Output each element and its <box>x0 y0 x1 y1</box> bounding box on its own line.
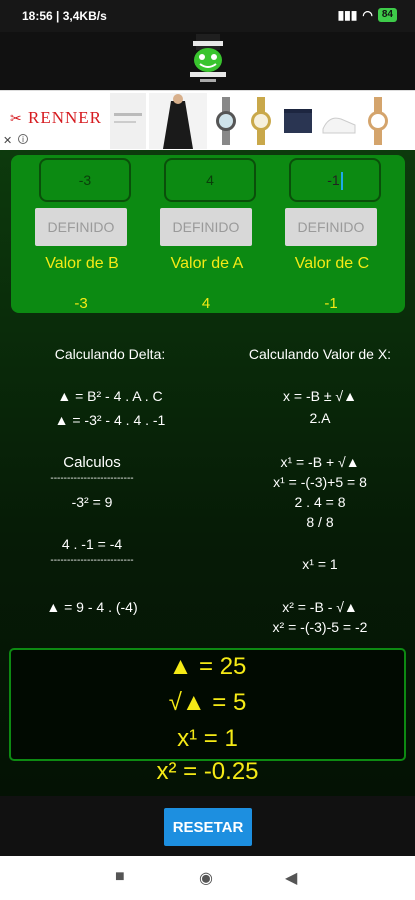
ad-products[interactable] <box>110 91 415 151</box>
signal-icon: ▮▮▮ <box>337 8 358 22</box>
product-sneaker-image <box>322 117 356 134</box>
x-formula-denominator: 2.A <box>309 410 331 426</box>
x1-result: x¹ = 1 <box>302 556 338 572</box>
back-icon[interactable]: ◀ <box>285 868 297 888</box>
x2-substitution: x² = -(-3)-5 = -2 <box>272 619 368 635</box>
a-input[interactable]: 4 <box>164 158 256 202</box>
b-input[interactable]: -3 <box>39 158 131 202</box>
calc-step-1: -3² = 9 <box>71 494 113 510</box>
delta-substitution: ▲ = -3² - 4 . 4 . -1 <box>54 412 166 428</box>
result-delta: ▲ = 25 <box>168 653 247 680</box>
b-label: Valor de B <box>45 255 119 272</box>
c-label: Valor de C <box>294 255 370 272</box>
x2-formula: x² = -B - √▲ <box>282 599 358 615</box>
product-coat-image <box>149 93 207 149</box>
x1-denominator: 2 . 4 = 8 <box>294 494 346 510</box>
results-box: ▲ = 25 √▲ = 5 x¹ = 1 x² = -0.25 <box>9 648 406 785</box>
ad-close-icon[interactable]: ✕ <box>3 134 12 147</box>
x-formula: x = -B ± √▲ <box>283 388 357 404</box>
separator-2: ------------------------- <box>50 555 134 566</box>
product-card-image <box>110 93 146 149</box>
calc-step-2: 4 . -1 = -4 <box>61 536 123 552</box>
x1-fraction: 8 / 8 <box>306 514 334 530</box>
status-bar: 18:56 | 3,4KB/s ▮▮▮ ◠ 84 <box>0 0 415 32</box>
define-b-button[interactable]: DEFINIDO <box>35 208 127 246</box>
product-watch-image <box>216 97 236 145</box>
delta-formula: ▲ = B² - 4 . A . C <box>57 388 163 404</box>
text-cursor <box>340 172 343 191</box>
renner-logo-icon: ✂ <box>10 112 23 127</box>
ad-info-icon[interactable]: i <box>18 134 28 144</box>
x1-substitution: x¹ = -(-3)+5 = 8 <box>273 474 367 490</box>
b-value: -3 <box>74 295 88 312</box>
calculos-title: Calculos <box>63 454 121 471</box>
a-label: Valor de A <box>170 255 244 272</box>
product-shorts-image <box>284 109 312 133</box>
status-time: 18:56 | 3,4KB/s <box>22 9 107 23</box>
x-heading: Calculando Valor de X: <box>248 346 392 362</box>
recents-icon[interactable]: ■ <box>115 868 125 886</box>
app-logo-icon <box>190 34 226 82</box>
coefficient-panel: -3 DEFINIDO Valor de B -3 4 DEFINIDO Val… <box>11 155 405 313</box>
define-a-button[interactable]: DEFINIDO <box>160 208 252 246</box>
ad-banner[interactable]: ✂ RENNER ✕ i <box>0 90 415 150</box>
main-content: -3 DEFINIDO Valor de B -3 4 DEFINIDO Val… <box>0 150 415 796</box>
x1-formula: x¹ = -B + √▲ <box>280 454 360 470</box>
a-value: 4 <box>201 295 211 312</box>
result-x2: x² = -0.25 <box>156 758 259 785</box>
c-input[interactable]: -1 <box>289 158 381 202</box>
result-sqrt-delta: √▲ = 5 <box>168 689 247 716</box>
define-c-button[interactable]: DEFINIDO <box>285 208 377 246</box>
wifi-icon: ◠ <box>362 8 373 22</box>
delta-heading: Calculando Delta: <box>54 346 166 362</box>
ad-brand[interactable]: ✂ RENNER <box>10 108 102 128</box>
home-icon[interactable]: ◉ <box>199 868 213 888</box>
reset-button[interactable]: RESETAR <box>164 808 252 846</box>
product-watch-rose-image <box>368 97 388 145</box>
separator-1: ------------------------- <box>50 473 134 484</box>
status-icons: ▮▮▮ ◠ 84 <box>338 8 397 22</box>
c-value: -1 <box>324 295 338 312</box>
result-x1: x¹ = 1 <box>177 725 238 752</box>
delta-final: ▲ = 9 - 4 . (-4) <box>46 599 138 615</box>
battery-icon: 84 <box>377 8 397 22</box>
system-nav-bar: ■ ◉ ◀ <box>0 856 415 900</box>
product-watch-gold-image <box>251 97 271 145</box>
